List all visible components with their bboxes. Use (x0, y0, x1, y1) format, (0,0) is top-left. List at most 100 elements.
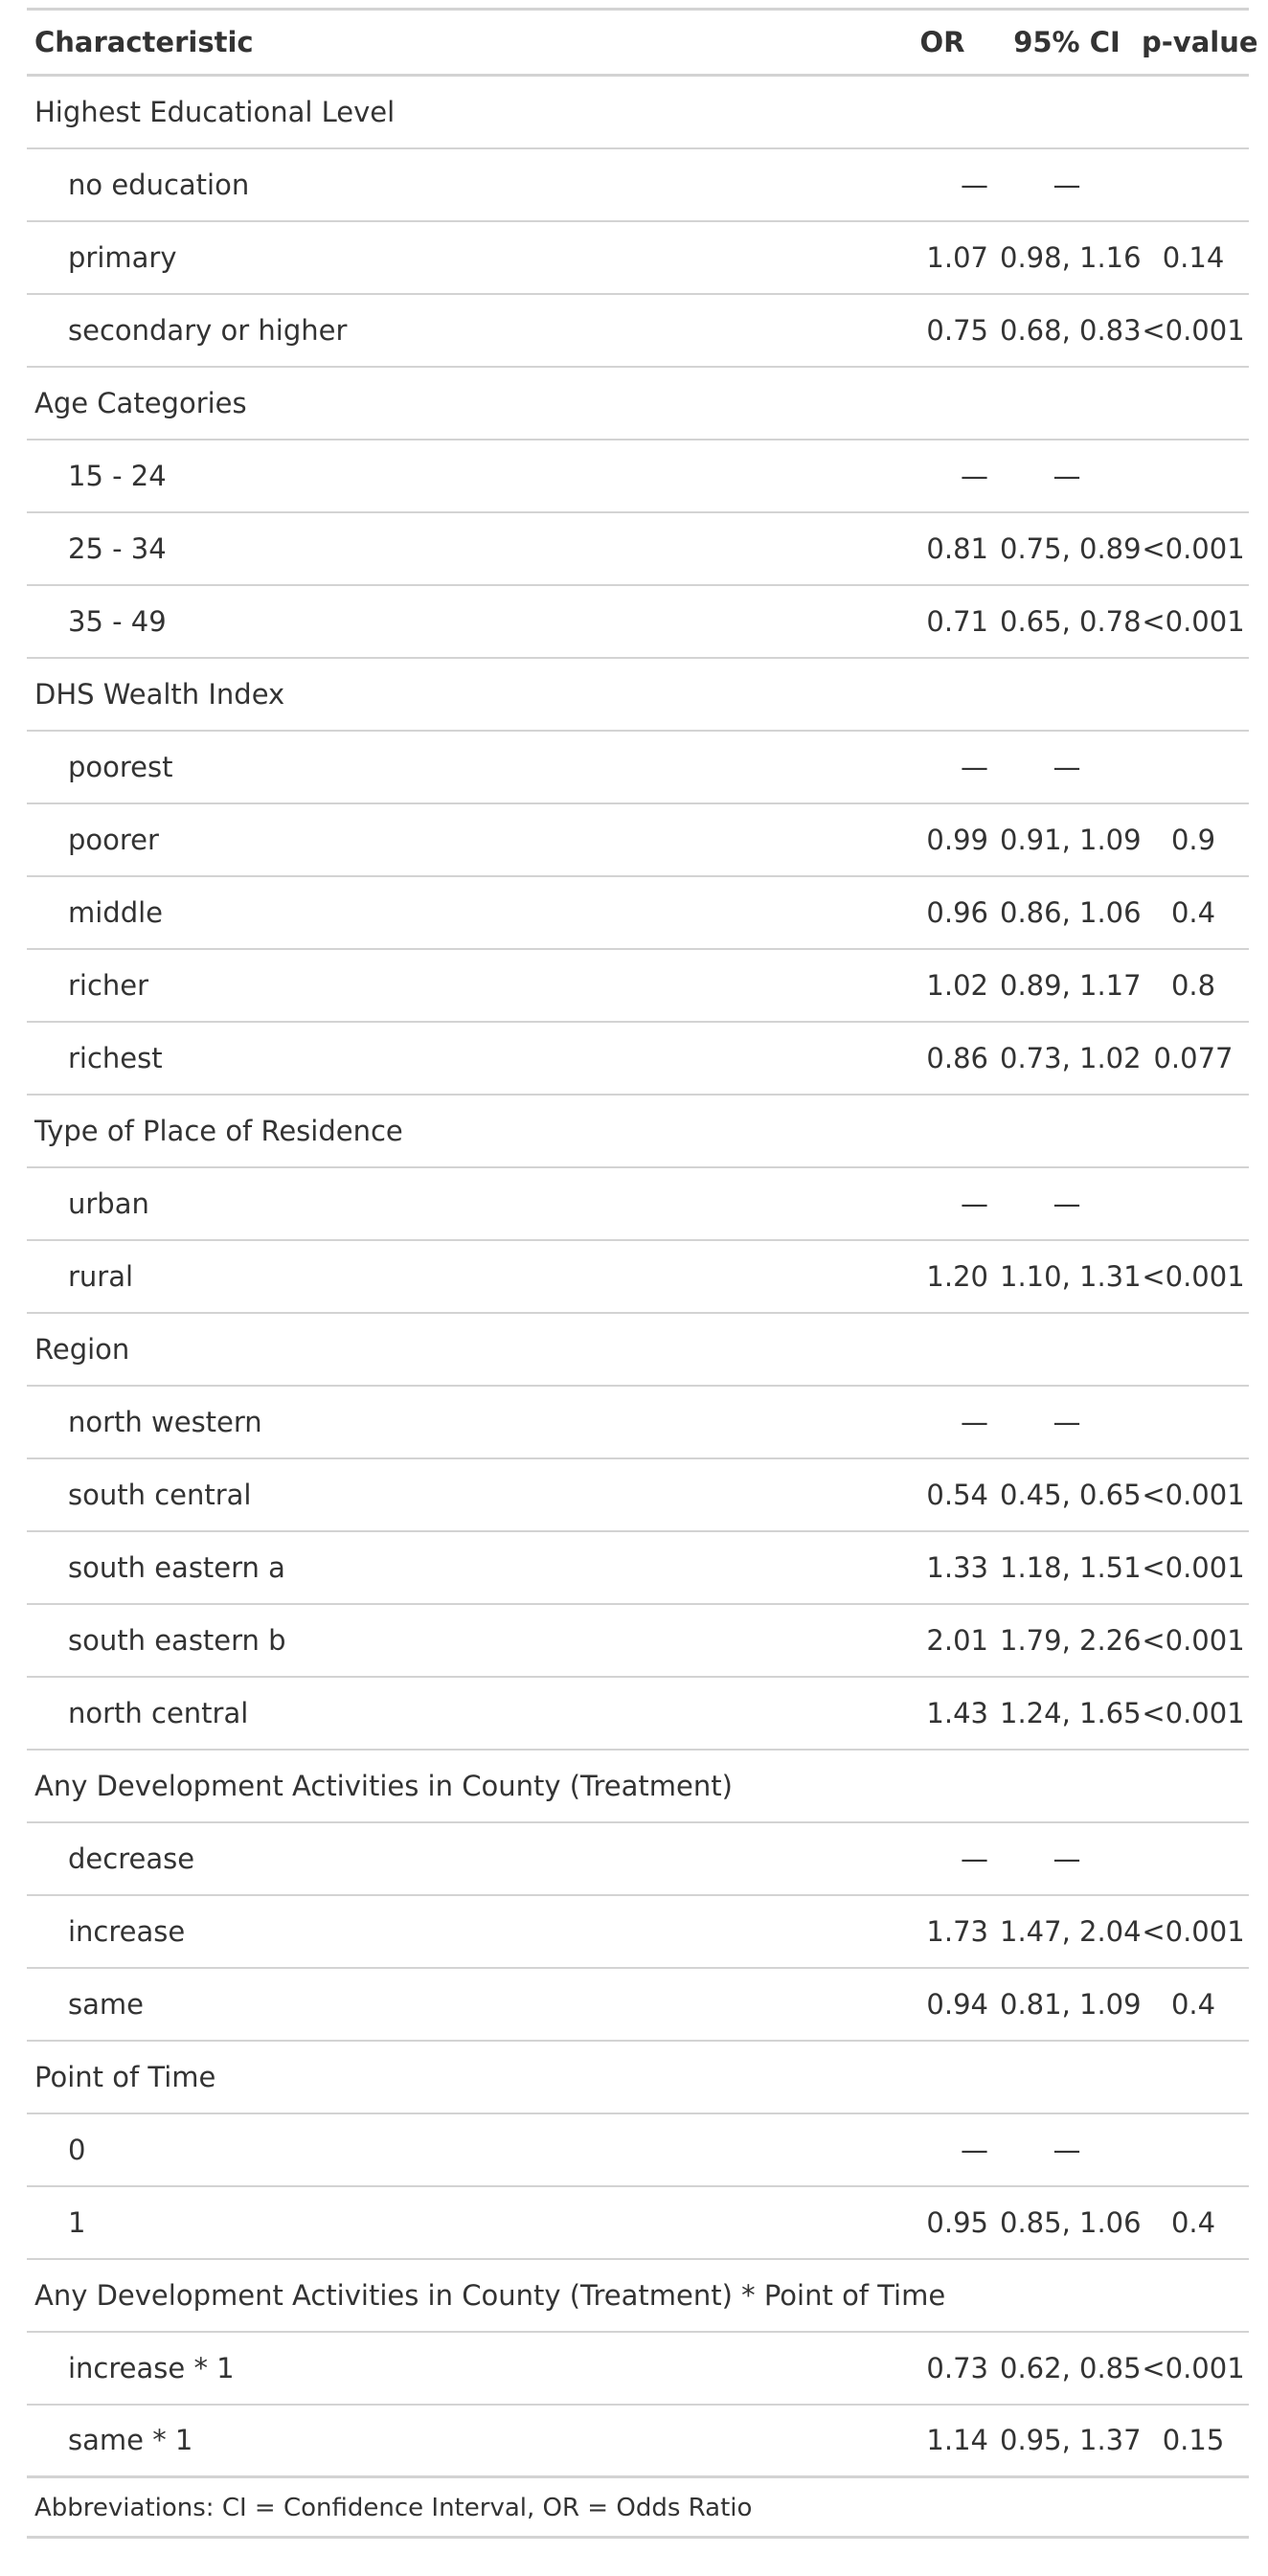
cell-ci: 0.81, 1.09 (996, 1967, 1142, 2042)
cell-p-value (1138, 2040, 1249, 2114)
cell-p-value: <0.001 (1138, 1894, 1249, 1969)
table-group-row: Point of Time (27, 2040, 1249, 2114)
cell-ci: — (996, 730, 1138, 804)
table-body: Highest Educational Level no education — — p… (27, 75, 1249, 2478)
cell-p-value (1138, 147, 1249, 222)
cell-or: — (889, 1385, 996, 1459)
cell-p-value: 0.14 (1138, 220, 1249, 295)
cell-ci: 0.98, 1.16 (996, 220, 1142, 295)
header-or: OR (889, 8, 996, 77)
regression-table-container: Characteristic OR 95% CI p-value Highest… (27, 8, 1258, 2539)
table-group-row: Any Development Activities in County (Tr… (27, 1749, 1249, 1823)
cell-characteristic: same (27, 1967, 889, 2042)
cell-p-value (1138, 657, 1249, 732)
table-group-row: Region (27, 1312, 1249, 1387)
table-row: same * 1 1.14 0.95, 1.37 0.15 (27, 2404, 1249, 2478)
table-row: secondary or higher 0.75 0.68, 0.83 <0.001 (27, 293, 1249, 368)
cell-characteristic: south eastern b (27, 1603, 889, 1678)
cell-characteristic: increase (27, 1894, 889, 1969)
table-group-row: DHS Wealth Index (27, 657, 1249, 732)
table-group-row: Highest Educational Level (27, 75, 1249, 149)
cell-p-value: 0.077 (1138, 1021, 1249, 1096)
table-row: middle 0.96 0.86, 1.06 0.4 (27, 875, 1249, 950)
cell-p-value (1138, 2258, 1249, 2333)
cell-p-value (1138, 1749, 1249, 1823)
table-row: richer 1.02 0.89, 1.17 0.8 (27, 948, 1249, 1023)
cell-ci (996, 366, 1138, 441)
cell-p-value (1138, 75, 1249, 149)
cell-ci: 1.10, 1.31 (996, 1239, 1142, 1314)
cell-or: 0.75 (889, 293, 996, 368)
cell-p-value: <0.001 (1138, 1603, 1249, 1678)
cell-p-value: <0.001 (1138, 511, 1249, 586)
cell-or (889, 2040, 996, 2114)
table-row: poorest — — (27, 730, 1249, 804)
cell-characteristic: decrease (27, 1821, 889, 1896)
cell-characteristic: poorer (27, 802, 889, 877)
cell-or: 1.02 (889, 948, 996, 1023)
cell-characteristic: 0 (27, 2113, 889, 2187)
cell-p-value: <0.001 (1138, 1530, 1249, 1605)
cell-p-value: <0.001 (1138, 1676, 1249, 1751)
cell-p-value: <0.001 (1138, 584, 1249, 659)
table-row: 35 - 49 0.71 0.65, 0.78 <0.001 (27, 584, 1249, 659)
table-row: primary 1.07 0.98, 1.16 0.14 (27, 220, 1249, 295)
cell-ci: 0.89, 1.17 (996, 948, 1142, 1023)
cell-characteristic: DHS Wealth Index (27, 657, 889, 732)
cell-ci: — (996, 1821, 1138, 1896)
cell-or: 1.43 (889, 1676, 996, 1751)
cell-characteristic: urban (27, 1166, 889, 1241)
table-row: richest 0.86 0.73, 1.02 0.077 (27, 1021, 1249, 1096)
cell-or: 1.07 (889, 220, 996, 295)
cell-p-value: 0.9 (1138, 802, 1249, 877)
footnote-row: Abbreviations: CI = Confidence Interval,… (27, 2475, 1249, 2539)
table-row: poorer 0.99 0.91, 1.09 0.9 (27, 802, 1249, 877)
table-row: no education — — (27, 147, 1249, 222)
cell-characteristic: richest (27, 1021, 889, 1096)
cell-ci: — (996, 2113, 1138, 2187)
cell-or (889, 1312, 996, 1387)
cell-or: 0.99 (889, 802, 996, 877)
cell-ci (996, 1312, 1138, 1387)
cell-p-value: 0.15 (1138, 2404, 1249, 2478)
cell-ci (996, 2258, 1138, 2333)
cell-p-value (1138, 1312, 1249, 1387)
table-row: increase 1.73 1.47, 2.04 <0.001 (27, 1894, 1249, 1969)
cell-ci: 0.45, 0.65 (996, 1457, 1142, 1532)
cell-ci: — (996, 439, 1138, 513)
cell-p-value (1138, 1821, 1249, 1896)
cell-ci (996, 75, 1138, 149)
cell-or: 1.20 (889, 1239, 996, 1314)
cell-p-value (1138, 366, 1249, 441)
header-row: Characteristic OR 95% CI p-value (27, 8, 1258, 77)
cell-or (889, 1094, 996, 1168)
cell-ci: 0.75, 0.89 (996, 511, 1142, 586)
cell-p-value: 0.4 (1138, 1967, 1249, 2042)
cell-characteristic: Age Categories (27, 366, 889, 441)
cell-p-value: 0.4 (1138, 875, 1249, 950)
table-row: rural 1.20 1.10, 1.31 <0.001 (27, 1239, 1249, 1314)
cell-characteristic: primary (27, 220, 889, 295)
cell-ci: 1.18, 1.51 (996, 1530, 1142, 1605)
cell-ci: 0.86, 1.06 (996, 875, 1142, 950)
cell-ci: 0.62, 0.85 (996, 2331, 1142, 2406)
table-row: north central 1.43 1.24, 1.65 <0.001 (27, 1676, 1249, 1751)
table-row: decrease — — (27, 1821, 1249, 1896)
cell-characteristic: 35 - 49 (27, 584, 889, 659)
table-row: increase * 1 0.73 0.62, 0.85 <0.001 (27, 2331, 1249, 2406)
cell-characteristic: middle (27, 875, 889, 950)
cell-ci: 0.91, 1.09 (996, 802, 1142, 877)
cell-characteristic: south central (27, 1457, 889, 1532)
table-row: south eastern a 1.33 1.18, 1.51 <0.001 (27, 1530, 1249, 1605)
cell-or: 1.14 (889, 2404, 996, 2478)
cell-or: 1.73 (889, 1894, 996, 1969)
cell-ci: 0.73, 1.02 (996, 1021, 1142, 1096)
table-row: 15 - 24— — (27, 439, 1249, 513)
cell-characteristic: no education (27, 147, 889, 222)
cell-or: 2.01 (889, 1603, 996, 1678)
cell-ci: 0.85, 1.06 (996, 2185, 1142, 2260)
cell-p-value (1138, 730, 1249, 804)
cell-ci: — (996, 1166, 1138, 1241)
cell-ci: 1.24, 1.65 (996, 1676, 1142, 1751)
cell-or: — (889, 439, 996, 513)
